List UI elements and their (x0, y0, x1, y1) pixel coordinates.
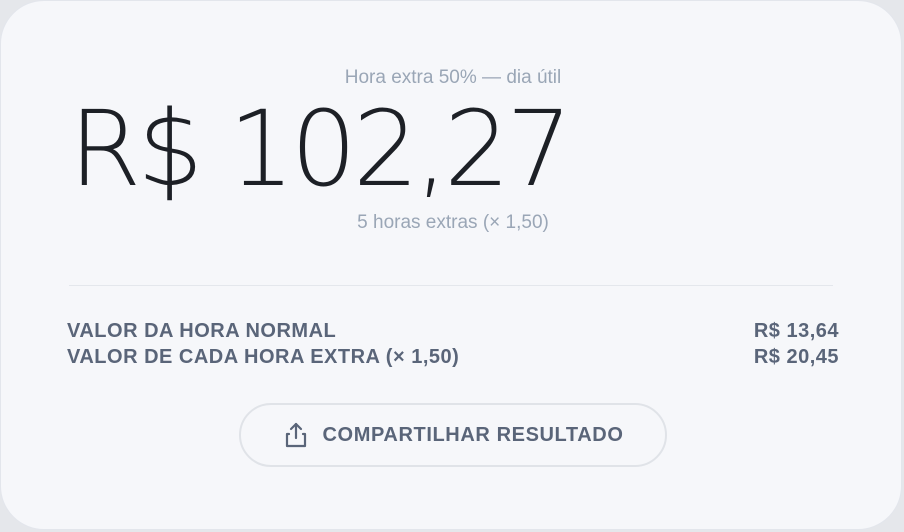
share-button-label: COMPARTILHAR RESULTADO (322, 423, 624, 446)
breakdown-label: VALOR DA HORA NORMAL (67, 320, 337, 342)
hours-note: 5 horas extras (× 1,50) (357, 212, 549, 233)
result-amount: R$ 102,27 (69, 88, 572, 210)
breakdown-row-extra-hour: VALOR DE CADA HORA EXTRA (× 1,50) R$ 20,… (67, 345, 839, 369)
breakdown-row-normal-hour: VALOR DA HORA NORMAL R$ 13,64 (67, 319, 839, 343)
result-card: Hora extra 50% — dia útil R$ 102,27 5 ho… (0, 0, 902, 530)
share-result-button[interactable]: COMPARTILHAR RESULTADO (239, 403, 667, 467)
divider (69, 285, 833, 286)
breakdown-value: R$ 13,64 (753, 320, 839, 342)
share-icon (283, 421, 309, 449)
result-subtitle: Hora extra 50% — dia útil (344, 67, 562, 88)
breakdown-label: VALOR DE CADA HORA EXTRA (× 1,50) (67, 346, 460, 368)
breakdown-value: R$ 20,45 (753, 346, 839, 368)
